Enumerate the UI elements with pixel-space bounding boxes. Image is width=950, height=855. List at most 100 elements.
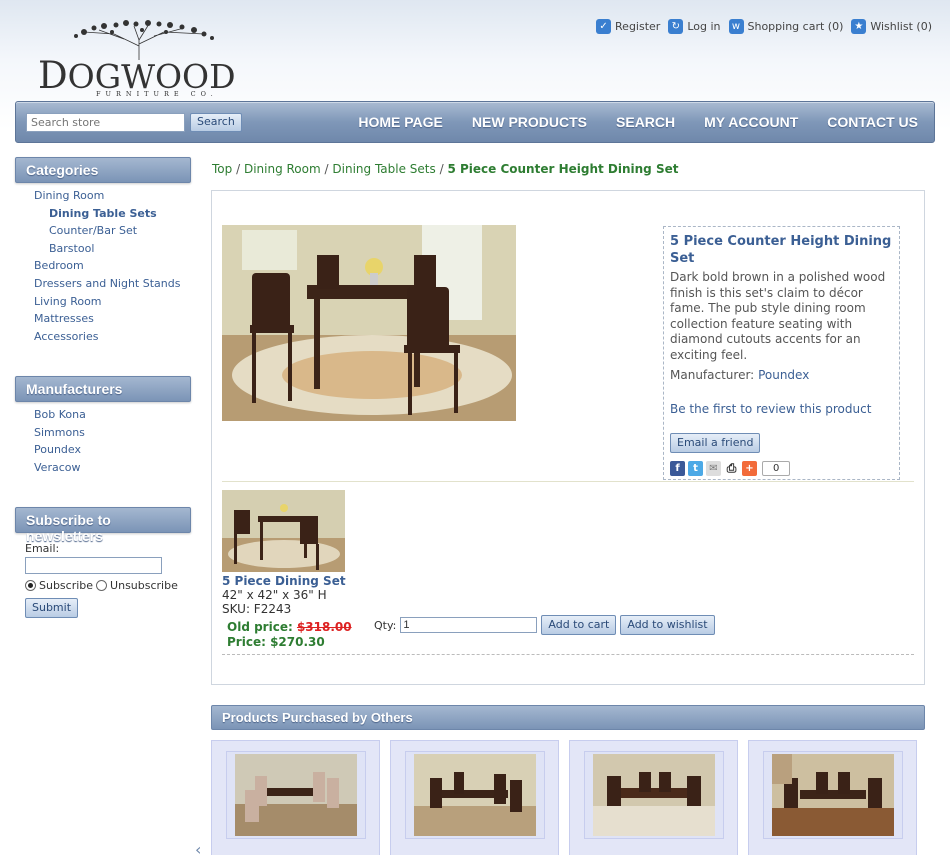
qty-input[interactable]	[400, 617, 538, 633]
breadcrumb-dining-table-sets[interactable]: Dining Table Sets	[332, 162, 435, 176]
newsletter-options: Subscribe Unsubscribe	[25, 579, 191, 592]
register-link[interactable]: ✓ Register	[596, 19, 660, 34]
main-navbar: Search HOME PAGE NEW PRODUCTS SEARCH MY …	[15, 101, 935, 143]
categories-title: Categories	[15, 157, 191, 183]
category-living-room[interactable]: Living Room	[34, 295, 102, 308]
also-purchased-image[interactable]	[235, 754, 357, 836]
also-purchased-image[interactable]	[414, 754, 536, 836]
header-links: ✓ Register ↻ Log in w Shopping cart (0) ★ Wi…	[596, 19, 932, 34]
unsubscribe-radio[interactable]	[96, 580, 108, 591]
product-manufacturer: Manufacturer: Poundex	[670, 367, 810, 382]
also-purchased-image[interactable]	[772, 754, 894, 836]
nav-home-page[interactable]: HOME PAGE	[358, 114, 443, 130]
subscribe-label: Subscribe	[39, 579, 94, 592]
newsletter-block: Subscribe to newsletters Email: Subscrib…	[15, 507, 191, 618]
variant-image[interactable]	[222, 490, 345, 572]
price-label: Price:	[227, 634, 266, 649]
chevron-left-icon[interactable]: ‹	[195, 840, 201, 855]
variant-sku: SKU: F2243	[222, 602, 292, 616]
twitter-icon[interactable]: t	[688, 460, 703, 476]
variant-info: 5 Piece Dining Set 42" x 42" x 36" H SKU…	[222, 574, 352, 649]
manufacturer-simmons[interactable]: Simmons	[34, 426, 85, 439]
email-label: Email:	[25, 542, 60, 555]
breadcrumb-separator: /	[324, 162, 329, 176]
also-purchased-image[interactable]	[593, 754, 715, 836]
product-title: 5 Piece Counter Height Dining Set	[670, 234, 892, 266]
divider	[222, 654, 914, 655]
newsletter-email-input[interactable]	[25, 557, 162, 574]
product-details: 5 Piece Counter Height Dining Set Dark b…	[211, 190, 925, 685]
facebook-icon[interactable]: f	[670, 460, 685, 476]
shopping-cart-link[interactable]: w Shopping cart (0)	[728, 19, 843, 34]
category-dressers[interactable]: Dressers and Night Stands	[34, 277, 180, 290]
site-logo[interactable]: DOGWOOD FURNITURE CO.	[36, 20, 236, 100]
manufacturer-bob-kona[interactable]: Bob Kona	[34, 408, 86, 421]
manufacturer-link[interactable]: Poundex	[758, 368, 809, 382]
share-count: 0	[762, 460, 791, 476]
email-icon[interactable]: ✉	[706, 460, 721, 476]
product-main-image[interactable]	[222, 225, 516, 421]
print-icon[interactable]: ⎙	[724, 460, 739, 476]
manufacturer-veracow[interactable]: Veracow	[34, 461, 80, 474]
nav-my-account[interactable]: MY ACCOUNT	[704, 114, 798, 130]
categories-block: Categories Dining Room Dining Table Sets…	[15, 157, 191, 347]
variant-name: 5 Piece Dining Set	[222, 574, 346, 588]
category-mattresses[interactable]: Mattresses	[34, 312, 94, 325]
price-value: $270.30	[270, 634, 325, 649]
nav-contact-us[interactable]: CONTACT US	[827, 114, 918, 130]
category-dining-table-sets[interactable]: Dining Table Sets	[49, 207, 157, 220]
also-purchased-card[interactable]	[211, 740, 380, 855]
manufacturers-list: Bob Kona Simmons Poundex Veracow	[15, 402, 191, 478]
breadcrumb-current: 5 Piece Counter Height Dining Set	[447, 162, 679, 176]
login-link[interactable]: ↻ Log in	[668, 19, 721, 34]
add-to-cart-row: Qty: Add to cart Add to wishlist	[374, 615, 715, 635]
nav-search[interactable]: SEARCH	[616, 114, 675, 130]
product-overview: 5 Piece Counter Height Dining Set Dark b…	[663, 226, 900, 480]
breadcrumb-top[interactable]: Top	[212, 162, 232, 176]
variant-dimensions: 42" x 42" x 36" H	[222, 588, 327, 602]
also-purchased-title: Products Purchased by Others	[211, 705, 925, 730]
nav-menu: HOME PAGE NEW PRODUCTS SEARCH MY ACCOUNT…	[358, 102, 918, 142]
cart-icon: w	[728, 19, 744, 34]
variant-prices: Old price: $318.00 Price: $270.30	[222, 620, 352, 649]
category-barstool[interactable]: Barstool	[49, 242, 94, 255]
wishlist-link[interactable]: ★ Wishlist (0)	[851, 19, 932, 34]
breadcrumb-dining-room[interactable]: Dining Room	[244, 162, 321, 176]
also-purchased-card[interactable]	[569, 740, 738, 855]
star-icon: ★	[851, 19, 867, 34]
old-price-label: Old price:	[227, 620, 293, 634]
category-accessories[interactable]: Accessories	[34, 330, 98, 343]
newsletter-submit-button[interactable]: Submit	[25, 598, 79, 618]
breadcrumb-separator: /	[236, 162, 241, 176]
category-dining-room[interactable]: Dining Room	[34, 189, 104, 202]
category-counter-bar-set[interactable]: Counter/Bar Set	[49, 224, 137, 237]
brand-tagline: FURNITURE CO.	[96, 90, 218, 98]
unsubscribe-label: Unsubscribe	[110, 579, 178, 592]
review-link[interactable]: Be the first to review this product	[670, 402, 893, 416]
manufacturers-block: Manufacturers Bob Kona Simmons Poundex V…	[15, 376, 191, 478]
email-friend-button[interactable]: Email a friend	[670, 432, 761, 453]
nav-new-products[interactable]: NEW PRODUCTS	[472, 114, 587, 130]
product-description: Dark bold brown in a polished wood finis…	[670, 270, 886, 362]
login-icon: ↻	[668, 19, 684, 34]
search-input[interactable]	[26, 113, 185, 132]
newsletter-form: Email: Subscribe Unsubscribe Submit	[15, 533, 191, 618]
search-button[interactable]: Search	[190, 113, 242, 132]
add-to-cart-button[interactable]: Add to cart	[541, 615, 617, 635]
breadcrumb: Top / Dining Room / Dining Table Sets / …	[212, 162, 678, 176]
check-icon: ✓	[596, 19, 612, 34]
newsletter-title: Subscribe to newsletters	[15, 507, 191, 544]
add-to-wishlist-button[interactable]: Add to wishlist	[620, 615, 715, 635]
manufacturers-title: Manufacturers	[15, 376, 191, 402]
share-bar: f t ✉ ⎙ + 0	[670, 460, 893, 476]
category-bedroom[interactable]: Bedroom	[34, 259, 84, 272]
categories-list: Dining Room Dining Table Sets Counter/Ba…	[15, 183, 191, 347]
divider	[222, 481, 914, 482]
qty-label: Qty:	[374, 618, 397, 632]
old-price-value: $318.00	[296, 620, 352, 634]
manufacturer-poundex[interactable]: Poundex	[34, 443, 81, 456]
share-plus-icon[interactable]: +	[742, 460, 757, 476]
also-purchased-card[interactable]	[748, 740, 917, 855]
subscribe-radio[interactable]	[25, 580, 36, 591]
also-purchased-card[interactable]	[390, 740, 559, 855]
